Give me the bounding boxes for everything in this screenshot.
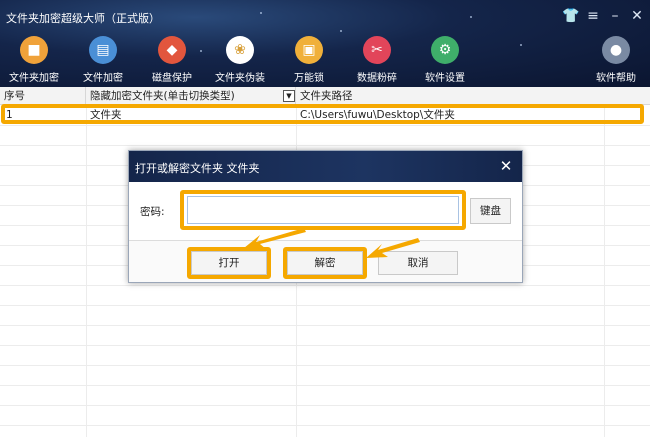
column-index[interactable]: 序号: [0, 87, 86, 105]
toolbar-help[interactable]: ● 软件帮助: [585, 36, 647, 84]
close-icon[interactable]: ✕: [628, 7, 646, 25]
dropdown-arrow-icon[interactable]: ▼: [283, 90, 295, 102]
minimize-icon[interactable]: –: [606, 7, 624, 25]
column-hidden-type[interactable]: 隐藏加密文件夹(单击切换类型): [86, 87, 296, 105]
toolbar-folder-encrypt[interactable]: ■ 文件夹加密: [3, 36, 65, 84]
toolbar-label: 数据粉碎: [357, 73, 397, 84]
palette-icon: ❀: [226, 36, 254, 64]
arrow-to-decrypt-icon: [366, 238, 420, 258]
toolbar-data-shred[interactable]: ✂ 数据粉碎: [346, 36, 408, 84]
toolbar-label: 文件夹加密: [9, 73, 59, 84]
dialog-title: 打开或解密文件夹 文件夹: [135, 162, 260, 175]
row-divider: [0, 365, 650, 366]
file-lock-icon: ▤: [89, 36, 117, 64]
toolbar-label: 万能锁: [294, 73, 324, 84]
close-icon[interactable]: ✕: [498, 157, 514, 175]
column-path[interactable]: 文件夹路径: [296, 87, 650, 105]
gear-icon: ⚙: [431, 36, 459, 64]
table-header: 序号 隐藏加密文件夹(单击切换类型) ▼ 文件夹路径: [0, 87, 650, 105]
password-highlight: [180, 190, 466, 230]
row-divider: [0, 425, 650, 426]
row-highlight: [1, 104, 644, 124]
folder-lock-icon: ■: [20, 36, 48, 64]
toolbar-file-encrypt[interactable]: ▤ 文件加密: [72, 36, 134, 84]
toolbar-label: 软件帮助: [596, 73, 636, 84]
header-star: [340, 30, 342, 32]
keyboard-button[interactable]: 键盘: [470, 198, 511, 224]
row-divider: [0, 125, 650, 126]
password-label: 密码:: [140, 206, 165, 218]
password-dialog: 打开或解密文件夹 文件夹 ✕ 密码: 键盘 打开 解密 取消: [128, 150, 523, 283]
row-divider: [0, 325, 650, 326]
skin-icon[interactable]: 👕: [562, 7, 580, 25]
toolbar-disk-protect[interactable]: ◆ 磁盘保护: [141, 36, 203, 84]
shield-icon: ◆: [158, 36, 186, 64]
column-divider: [604, 105, 605, 437]
row-divider: [0, 385, 650, 386]
app-title: 文件夹加密超级大师（正式版）: [6, 12, 160, 25]
user-help-icon: ●: [602, 36, 630, 64]
padlock-icon: ▣: [295, 36, 323, 64]
app-header: 文件夹加密超级大师（正式版） 👕 ≡ – ✕ ■ 文件夹加密 ▤ 文件加密 ◆ …: [0, 0, 650, 87]
row-divider: [0, 405, 650, 406]
row-divider: [0, 145, 650, 146]
scissors-icon: ✂: [363, 36, 391, 64]
header-star: [260, 12, 262, 14]
dialog-body: 密码: 键盘: [129, 182, 522, 241]
dialog-titlebar: 打开或解密文件夹 文件夹 ✕: [129, 151, 522, 182]
toolbar-label: 文件加密: [83, 73, 123, 84]
toolbar-label: 磁盘保护: [152, 73, 192, 84]
header-star: [470, 16, 472, 18]
arrow-to-open-icon: [244, 228, 306, 249]
row-divider: [0, 345, 650, 346]
toolbar-label: 文件夹伪装: [215, 73, 265, 84]
toolbar-folder-disguise[interactable]: ❀ 文件夹伪装: [209, 36, 271, 84]
column-divider: [86, 105, 87, 437]
toolbar-universal-lock[interactable]: ▣ 万能锁: [278, 36, 340, 84]
toolbar-settings[interactable]: ⚙ 软件设置: [414, 36, 476, 84]
header-star: [520, 44, 522, 46]
row-divider: [0, 305, 650, 306]
toolbar-label: 软件设置: [425, 73, 465, 84]
row-divider: [0, 285, 650, 286]
menu-icon[interactable]: ≡: [584, 7, 602, 25]
